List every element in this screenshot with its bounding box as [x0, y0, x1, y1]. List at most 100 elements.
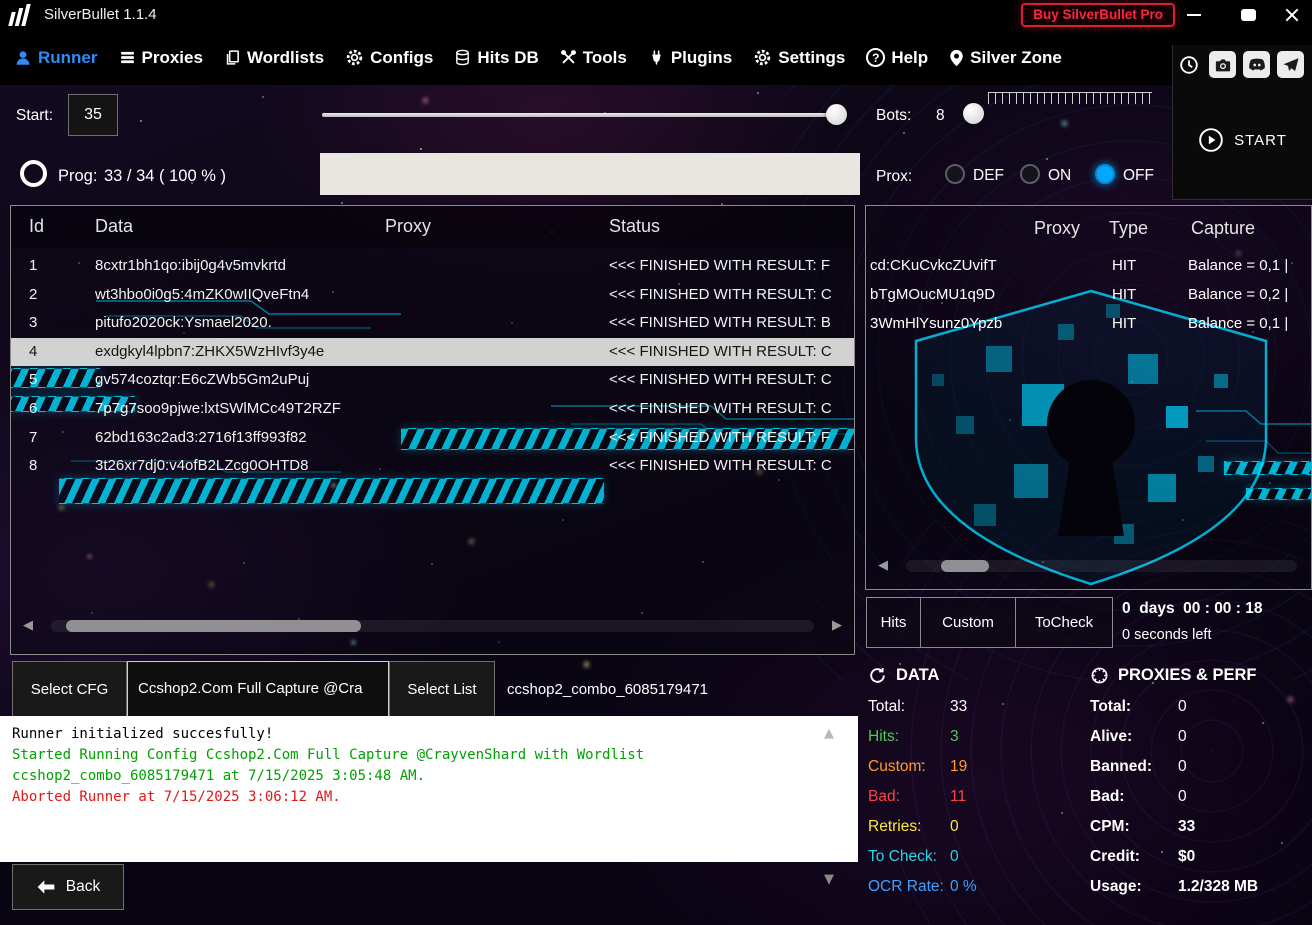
play-circle-icon: [1198, 127, 1224, 153]
stat-data-bad: Bad:11: [868, 788, 966, 806]
decor-hazard-stripe: [1224, 461, 1312, 475]
nav-hits-db[interactable]: Hits DB: [454, 48, 538, 68]
discord-icon[interactable]: [1243, 51, 1270, 78]
nav-settings[interactable]: Settings: [753, 48, 845, 68]
cell-capture: Balance = 0,2 |: [1188, 286, 1288, 303]
log-scroll-up-icon[interactable]: ▲: [824, 726, 834, 741]
nav-help[interactable]: ? Help: [866, 48, 928, 68]
scroll-right-icon[interactable]: ▶: [832, 618, 842, 633]
start-label: Start:: [16, 107, 53, 125]
buy-pro-button[interactable]: Buy SilverBullet Pro: [1021, 3, 1175, 27]
table-row-selected[interactable]: 4 exdgkyl4lpbn7:ZHKX5WzHIvf3y4e <<< FINI…: [11, 338, 854, 366]
maximize-button[interactable]: [1230, 0, 1266, 30]
table-row[interactable]: 7 62bd163c2ad3:2716f13ff993f82 <<< FINIS…: [11, 424, 854, 452]
select-cfg-button[interactable]: Select CFG: [12, 661, 127, 717]
refresh-icon: [868, 666, 887, 685]
tab-tocheck[interactable]: ToCheck: [1015, 597, 1113, 648]
scroll-left-icon[interactable]: ◀: [23, 618, 33, 633]
runner-log[interactable]: Runner initialized succesfully! Started …: [0, 716, 858, 862]
hit-row[interactable]: 3WmHlYsunz0Ypzb HIT Balance = 0,1 |: [866, 310, 1311, 339]
start-input[interactable]: 35: [68, 94, 118, 136]
hscrollbar-thumb[interactable]: [941, 560, 989, 572]
cell-data: 7p7g7soo9pjwe:lxtSWlMCc49T2RZF: [95, 400, 341, 417]
cell-type: HIT: [1112, 257, 1136, 274]
table-row[interactable]: 6 7p7g7soo9pjwe:lxtSWlMCc49T2RZF <<< FIN…: [11, 395, 854, 423]
stat-proxy-banned: Banned:0: [1090, 758, 1187, 776]
nav-wordlists[interactable]: Wordlists: [224, 48, 324, 68]
quick-icons: [1173, 45, 1312, 78]
hscrollbar-thumb[interactable]: [66, 620, 361, 632]
nav-configs[interactable]: Configs: [345, 48, 433, 68]
nav-tools[interactable]: Tools: [560, 48, 627, 68]
prox-def-label[interactable]: DEF: [973, 167, 1004, 185]
nav-silver-zone-label: Silver Zone: [970, 48, 1062, 68]
decor-hazard-stripe: [1246, 488, 1312, 500]
table-row[interactable]: 1 8cxtr1bh1qo:ibij0g4v5mvkrtd <<< FINISH…: [11, 252, 854, 280]
nav-runner[interactable]: Runner: [14, 48, 98, 68]
log-scroll-down-icon[interactable]: ▼: [824, 872, 834, 887]
cell-data: wt3hbo0i0g5:4mZK0wIIQveFtn4: [95, 286, 309, 303]
nav-plugins[interactable]: Plugins: [648, 48, 732, 68]
hit-row[interactable]: bTgMOucMU1q9D HIT Balance = 0,2 |: [866, 281, 1311, 310]
nav-silver-zone[interactable]: Silver Zone: [949, 48, 1062, 68]
cell-proxy: 3WmHlYsunz0Ypzb: [870, 315, 1002, 332]
hit-row[interactable]: cd:CKuCvkcZUvifT HIT Balance = 0,1 |: [866, 252, 1311, 281]
plug-icon: [648, 49, 665, 66]
col-status: Status: [609, 216, 660, 237]
screenshot-camera-icon[interactable]: [1209, 51, 1236, 78]
prox-off-radio[interactable]: [1095, 164, 1115, 184]
start-slider[interactable]: [322, 113, 845, 117]
tab-hits[interactable]: Hits: [866, 597, 921, 648]
nav-runner-label: Runner: [38, 48, 98, 68]
prox-on-label[interactable]: ON: [1048, 167, 1071, 185]
cell-id: 6: [29, 400, 37, 417]
scroll-left-icon[interactable]: ◀: [878, 558, 888, 573]
table-row[interactable]: 8 3t26xr7dj0:v4ofB2LZcg0OHTD8 <<< FINISH…: [11, 452, 854, 480]
table-row[interactable]: 5 gv574coztqr:E6cZWb5Gm2uPuj <<< FINISHE…: [11, 366, 854, 394]
elapsed-timer: 0 days 00 : 00 : 18: [1122, 600, 1262, 618]
telegram-icon[interactable]: [1277, 51, 1304, 78]
stat-data-retries: Retries:0: [868, 818, 959, 836]
nav-wordlists-label: Wordlists: [247, 48, 324, 68]
start-button[interactable]: START: [1173, 127, 1312, 153]
col-proxy: Proxy: [1034, 218, 1080, 239]
start-slider-thumb[interactable]: [826, 104, 847, 125]
start-panel: START: [1172, 45, 1312, 200]
database-icon: [454, 49, 471, 66]
prox-off-label[interactable]: OFF: [1123, 167, 1154, 185]
wordlist-name: ccshop2_combo_6085179471: [507, 681, 708, 698]
bots-slider-ticks: [988, 92, 1152, 104]
select-list-button[interactable]: Select List: [389, 661, 495, 717]
col-proxy: Proxy: [385, 216, 431, 237]
config-name-box[interactable]: Ccshop2.Com Full Capture @Cra: [127, 661, 389, 717]
maximize-icon: [1241, 9, 1256, 21]
data-stats-title: DATA: [868, 666, 939, 685]
cell-status: <<< FINISHED WITH RESULT: C: [609, 371, 832, 388]
stat-usage: Usage:1.2/328 MB: [1090, 878, 1258, 896]
back-button[interactable]: Back: [12, 864, 124, 910]
stat-data-total: Total:33: [868, 698, 967, 716]
help-icon: ?: [866, 48, 885, 67]
nav-proxies[interactable]: Proxies: [119, 48, 203, 68]
tab-custom[interactable]: Custom: [920, 597, 1016, 648]
minimize-button[interactable]: [1176, 0, 1212, 30]
stat-proxy-alive: Alive:0: [1090, 728, 1187, 746]
table-row[interactable]: 2 wt3hbo0i0g5:4mZK0wIIQveFtn4 <<< FINISH…: [11, 281, 854, 309]
nav-help-label: Help: [891, 48, 928, 68]
cell-data: 62bd163c2ad3:2716f13ff993f82: [95, 429, 307, 446]
close-button[interactable]: [1274, 0, 1310, 30]
cell-id: 2: [29, 286, 37, 303]
close-icon: [1284, 7, 1300, 23]
bots-slider-thumb[interactable]: [963, 103, 984, 124]
history-icon[interactable]: [1175, 51, 1202, 78]
cell-status: <<< FINISHED WITH RESULT: F: [609, 257, 830, 274]
col-capture: Capture: [1191, 218, 1255, 239]
prox-def-radio[interactable]: [945, 164, 965, 184]
proxies-stats-title-label: PROXIES & PERF: [1118, 666, 1256, 685]
table-row[interactable]: 3 pitufo2020ck:Ysmael2020. <<< FINISHED …: [11, 309, 854, 337]
nav-proxies-label: Proxies: [142, 48, 203, 68]
prox-on-radio[interactable]: [1020, 164, 1040, 184]
runner-icon: [14, 49, 32, 67]
progress-fill: [320, 153, 860, 195]
app-logo-icon: [10, 4, 38, 26]
